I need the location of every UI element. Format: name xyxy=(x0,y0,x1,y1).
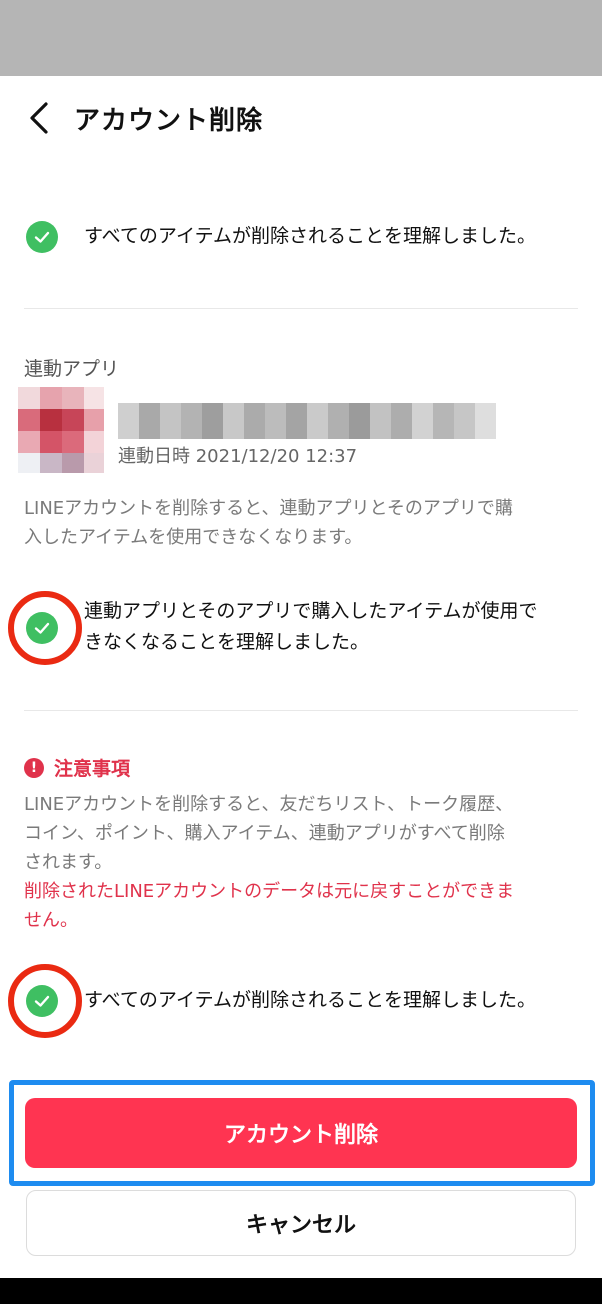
check-circle-icon[interactable] xyxy=(26,221,58,253)
check-row-linked-apps[interactable]: 連動アプリとそのアプリで購入したアイテムが使用で きなくなることを理解しました。 xyxy=(24,596,584,660)
notice-title: ! 注意事項 xyxy=(24,754,130,781)
linked-apps-label: 連動アプリ xyxy=(24,358,120,380)
check-label: すべてのアイテムが削除されることを理解しました。 xyxy=(84,989,537,1011)
chevron-left-icon xyxy=(30,102,48,134)
app-name-redacted xyxy=(118,403,496,439)
check-label: すべてのアイテムが削除されることを理解しました。 xyxy=(84,225,537,247)
navigation-bar xyxy=(0,1278,602,1304)
check-row-all-items-bottom[interactable]: すべてのアイテムが削除されることを理解しました。 xyxy=(24,984,584,1018)
delete-account-button[interactable]: アカウント削除 xyxy=(25,1098,577,1168)
check-row-all-items-top[interactable]: すべてのアイテムが削除されることを理解しました。 xyxy=(24,220,584,254)
cancel-button[interactable]: キャンセル xyxy=(26,1190,576,1256)
status-bar xyxy=(0,0,602,76)
alert-circle-icon: ! xyxy=(24,757,44,778)
back-button[interactable] xyxy=(22,98,58,138)
divider xyxy=(24,710,578,711)
linked-date: 連動日時 2021/12/20 12:37 xyxy=(118,446,358,467)
check-label: 連動アプリとそのアプリで購入したアイテムが使用で きなくなることを理解しました。 xyxy=(84,600,538,653)
notice-description: LINEアカウントを削除すると、友だちリスト、トーク履歴、 コイン、ポイント、購… xyxy=(24,794,515,931)
divider xyxy=(24,308,578,309)
linked-apps-description: LINEアカウントを削除すると、連動アプリとそのアプリで購 入したアイテムを使用… xyxy=(24,498,513,548)
check-circle-icon[interactable] xyxy=(26,985,58,1017)
page-title: アカウント削除 xyxy=(74,106,264,136)
app-icon xyxy=(18,387,104,473)
header: アカウント削除 xyxy=(0,76,602,160)
check-circle-icon[interactable] xyxy=(26,612,58,644)
